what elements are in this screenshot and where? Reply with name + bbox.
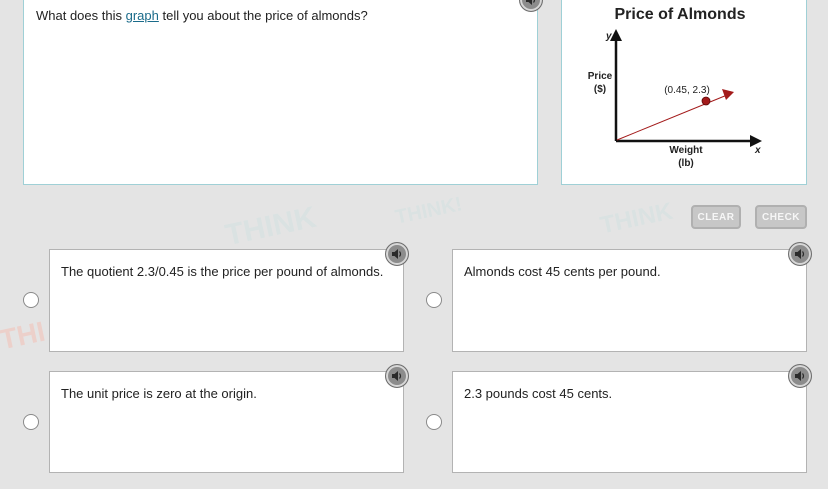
ray-arrowhead bbox=[722, 89, 734, 100]
speaker-icon bbox=[392, 249, 402, 259]
answer-audio-button[interactable] bbox=[385, 242, 409, 266]
x-axis-letter: x bbox=[754, 145, 761, 156]
y-axis-unit: ($) bbox=[594, 84, 606, 95]
answer-radio-2[interactable] bbox=[426, 292, 442, 308]
background-doodle: THINK bbox=[222, 200, 319, 253]
answer-audio-button[interactable] bbox=[788, 242, 812, 266]
background-doodle: THI bbox=[0, 315, 48, 356]
check-button[interactable]: CHECK bbox=[755, 205, 807, 229]
clear-button[interactable]: CLEAR bbox=[691, 205, 741, 229]
answer-choice-1[interactable]: The quotient 2.3/0.45 is the price per p… bbox=[49, 242, 409, 352]
answer-text: 2.3 pounds cost 45 cents. bbox=[464, 386, 613, 401]
point-label: (0.45, 2.3) bbox=[664, 85, 710, 96]
question-text: What does this graph tell you about the … bbox=[36, 8, 368, 23]
background-doodle: THINK bbox=[597, 197, 676, 240]
answer-choice-3[interactable]: The unit price is zero at the origin. bbox=[49, 364, 409, 473]
graph-panel: Price of Almonds y x Price ($) Weight (l… bbox=[561, 0, 807, 185]
answer-choice-4[interactable]: 2.3 pounds cost 45 cents. bbox=[452, 364, 812, 473]
price-of-almonds-graph: Price of Almonds y x Price ($) Weight (l… bbox=[588, 6, 762, 169]
answer-audio-button[interactable] bbox=[385, 364, 409, 388]
graph-link[interactable]: graph bbox=[126, 8, 159, 23]
answer-text: The quotient 2.3/0.45 is the price per p… bbox=[61, 264, 384, 279]
data-point bbox=[701, 96, 711, 106]
answer-radio-1[interactable] bbox=[23, 292, 39, 308]
speaker-icon bbox=[795, 249, 805, 259]
y-axis-letter: y bbox=[605, 31, 612, 42]
answer-text: Almonds cost 45 cents per pound. bbox=[464, 264, 661, 279]
question-prefix: What does this bbox=[36, 8, 126, 23]
y-axis-label: Price bbox=[588, 71, 613, 82]
question-panel: What does this graph tell you about the … bbox=[23, 0, 538, 185]
answer-choice-2[interactable]: Almonds cost 45 cents per pound. bbox=[452, 242, 812, 352]
answer-radio-4[interactable] bbox=[426, 414, 442, 430]
speaker-icon bbox=[526, 0, 536, 5]
price-ray bbox=[616, 92, 733, 141]
speaker-icon bbox=[392, 371, 402, 381]
y-axis-arrow bbox=[610, 29, 622, 41]
graph-title: Price of Almonds bbox=[615, 6, 746, 23]
speaker-icon bbox=[795, 371, 805, 381]
answer-radio-3[interactable] bbox=[23, 414, 39, 430]
background-doodle: THINK! bbox=[393, 193, 465, 229]
x-axis-label: Weight bbox=[669, 145, 703, 156]
answer-audio-button[interactable] bbox=[788, 364, 812, 388]
x-axis-unit: (lb) bbox=[678, 158, 694, 169]
answer-text: The unit price is zero at the origin. bbox=[61, 386, 257, 401]
question-suffix: tell you about the price of almonds? bbox=[158, 8, 368, 23]
